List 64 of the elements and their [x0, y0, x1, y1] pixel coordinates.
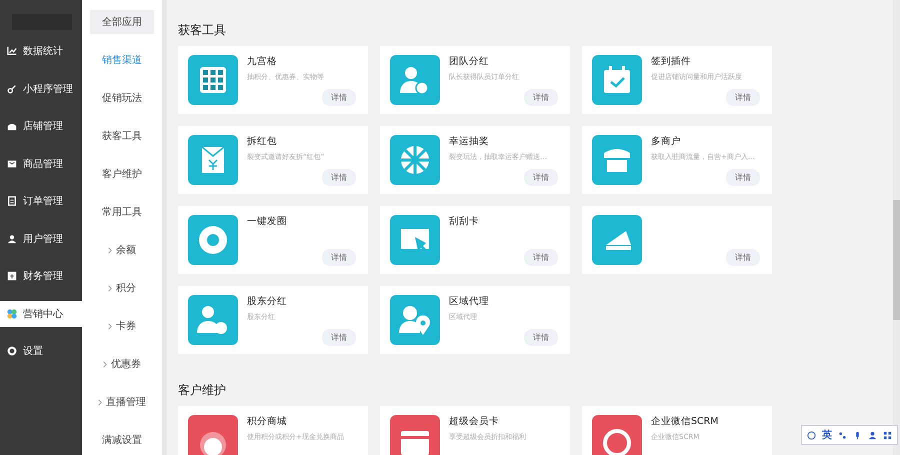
subnav-item[interactable]: 积分: [90, 276, 154, 300]
subnav-item[interactable]: 优惠券: [90, 352, 154, 376]
subnav-item[interactable]: 满减设置: [90, 428, 154, 452]
details-button[interactable]: 详情: [322, 169, 356, 186]
language-toggle[interactable]: 英: [822, 428, 832, 442]
sidebar-item[interactable]: 小程序管理: [0, 76, 82, 102]
sidebar-item[interactable]: 营销中心: [0, 300, 82, 326]
subnav-item[interactable]: 全部应用: [90, 10, 154, 34]
app-title: 超级会员卡: [449, 415, 500, 428]
app-title: 区域代理: [449, 295, 489, 308]
app-title: 股东分红: [247, 295, 287, 308]
details-button[interactable]: 详情: [322, 249, 356, 266]
menu-icon: [7, 84, 17, 94]
app-title: 幸运抽奖: [449, 135, 490, 148]
scrollbar-thumb[interactable]: [893, 200, 900, 320]
app-title: 团队分红: [449, 55, 490, 68]
user-icon[interactable]: [868, 430, 877, 440]
details-button[interactable]: 详情: [322, 89, 356, 106]
dots-icon[interactable]: [838, 430, 847, 440]
scrollbar[interactable]: [893, 0, 900, 455]
section-title: 获客工具: [178, 22, 227, 39]
sidebar-item[interactable]: 设置: [0, 338, 82, 364]
subnav-item[interactable]: 获客工具: [90, 124, 154, 148]
sidebar-item[interactable]: 订单管理: [0, 188, 82, 214]
details-button[interactable]: 详情: [524, 89, 558, 106]
menu-icon: [7, 308, 17, 318]
subnav-item[interactable]: 直播管理: [90, 390, 154, 414]
app-title: 多商户: [651, 135, 682, 148]
details-button[interactable]: 详情: [524, 329, 558, 346]
app-title: 签到插件: [651, 55, 692, 68]
subnav-item[interactable]: 常用工具: [90, 200, 154, 224]
menu-icon: [7, 196, 17, 206]
app-title: 拆红包: [247, 135, 278, 148]
section-title: 客户维护: [178, 382, 227, 399]
subnav-item[interactable]: 客户维护: [90, 162, 154, 186]
subnav-item[interactable]: 促销玩法: [90, 86, 154, 110]
menu-icon: [7, 46, 17, 56]
details-button[interactable]: 详情: [322, 329, 356, 346]
details-button[interactable]: 详情: [726, 89, 760, 106]
app-title: 企业微信SCRM: [651, 415, 718, 428]
subnav-item[interactable]: 销售渠道: [90, 48, 154, 72]
app-title: 一键发圈: [247, 215, 287, 228]
sidebar-item[interactable]: 店铺管理: [0, 113, 82, 139]
subnav-item[interactable]: 卡券: [90, 314, 154, 338]
menu-icon: [7, 346, 17, 356]
details-button[interactable]: 详情: [524, 169, 558, 186]
app-title: 刮刮卡: [449, 215, 479, 228]
app-title: 积分商城: [247, 415, 288, 428]
app-title: 九宫格: [247, 55, 278, 68]
sidebar-item[interactable]: 用户管理: [0, 226, 82, 252]
chat-icon[interactable]: [807, 430, 816, 440]
subnav-item[interactable]: 余额: [90, 238, 154, 262]
menu-icon: [7, 121, 17, 131]
details-button[interactable]: 详情: [726, 169, 760, 186]
menu-icon: [7, 234, 17, 244]
menu-icon: [7, 158, 17, 168]
sidebar-item[interactable]: 数据统计: [0, 38, 82, 64]
details-button[interactable]: 详情: [726, 249, 760, 266]
grid-icon[interactable]: [883, 430, 892, 440]
sidebar-item[interactable]: 商品管理: [0, 150, 82, 176]
details-button[interactable]: 详情: [524, 249, 558, 266]
menu-icon: [7, 271, 17, 281]
sidebar-item[interactable]: 财务管理: [0, 263, 82, 289]
microphone-icon[interactable]: [853, 430, 862, 440]
